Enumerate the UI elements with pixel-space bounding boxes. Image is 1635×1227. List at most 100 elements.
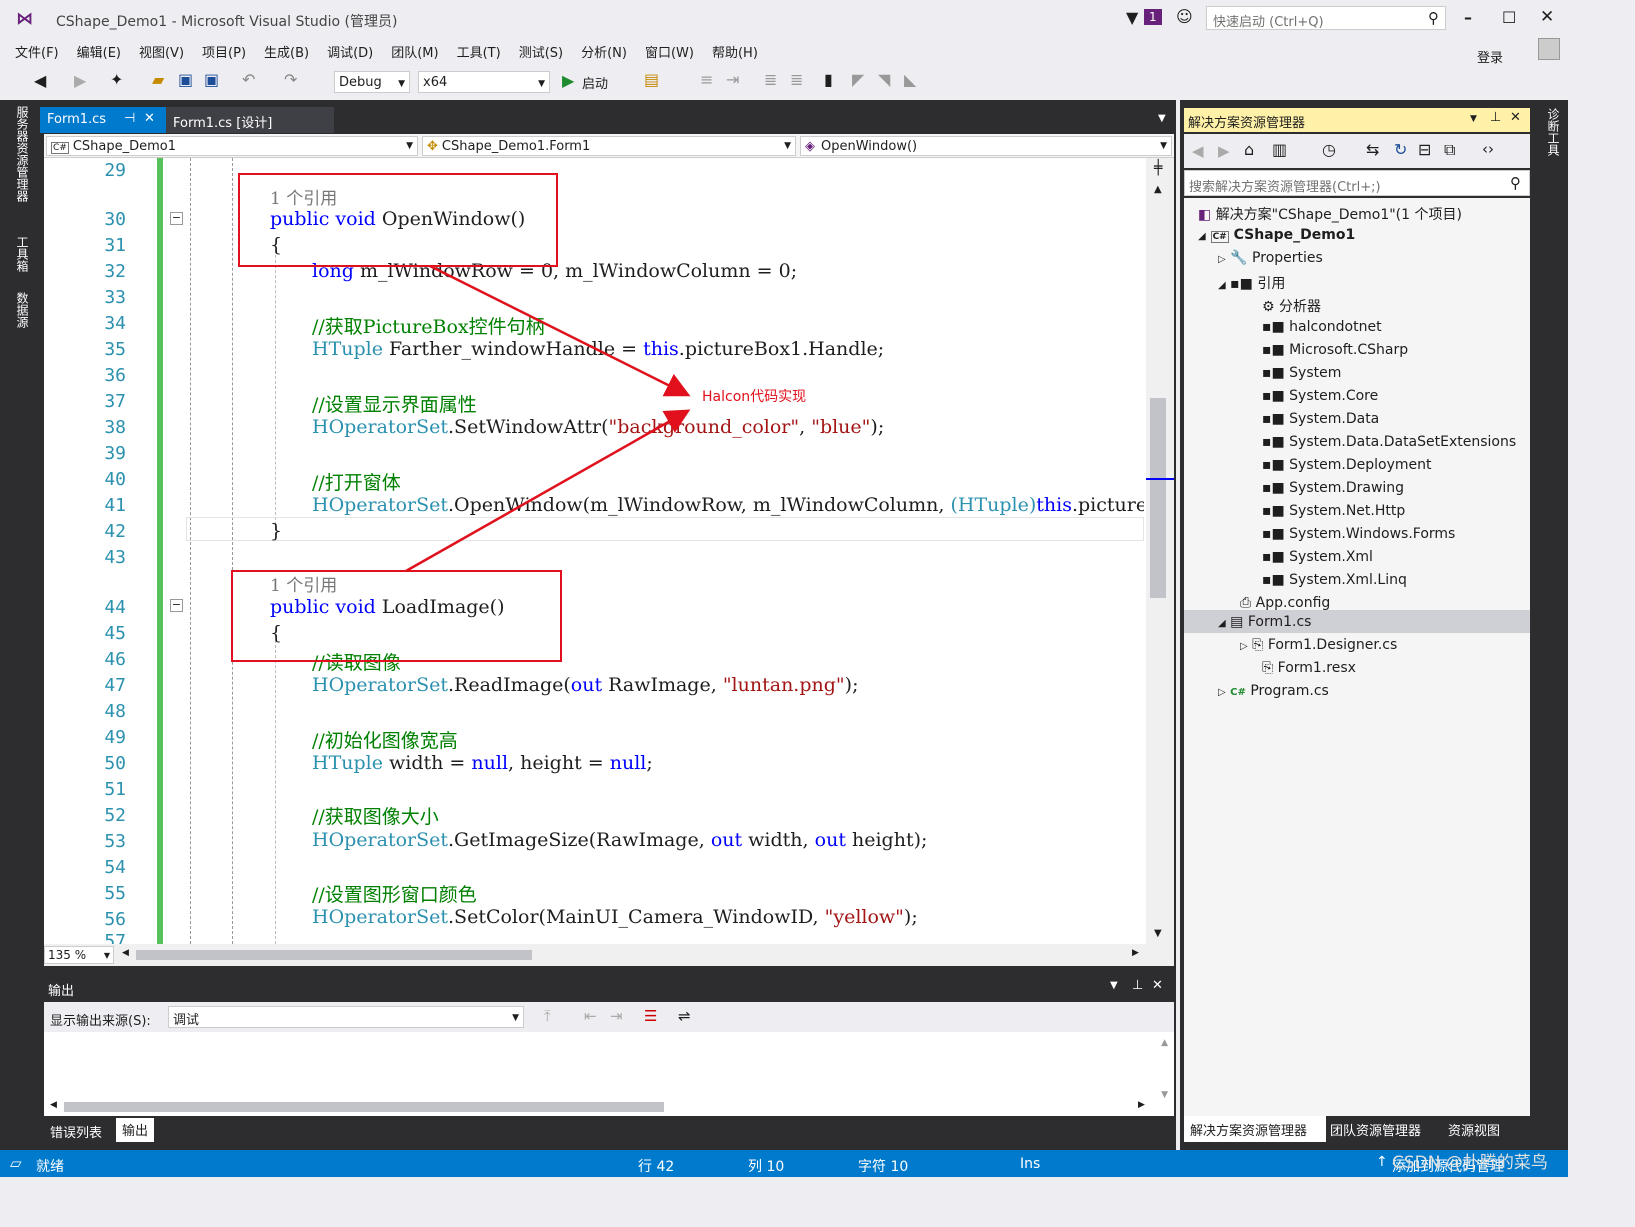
menu-analyze[interactable]: 分析(N)	[572, 38, 636, 61]
browser-link-icon[interactable]: ▤	[644, 70, 659, 89]
prev-bookmark-icon[interactable]: ◤	[852, 70, 864, 89]
collapsed-icon[interactable]: ▷	[1218, 254, 1226, 265]
new-project-icon[interactable]: ✦	[110, 70, 123, 89]
tree-item-reference[interactable]: ▪■ System.Net.Http	[1262, 503, 1405, 519]
close-icon[interactable]: ✕	[1152, 978, 1163, 993]
find-message-icon[interactable]: ⤒	[544, 1007, 551, 1025]
scroll-right-icon[interactable]: ▶	[1138, 1100, 1145, 1110]
tree-item-reference[interactable]: ▪■ System.Core	[1262, 388, 1378, 404]
align-icon[interactable]: ≡	[700, 70, 713, 89]
split-icon[interactable]: ╪	[1154, 160, 1162, 176]
next-bookmark-icon[interactable]: ◥	[878, 70, 890, 89]
show-all-files-icon[interactable]: ⧉	[1444, 140, 1455, 160]
expanded-icon[interactable]: ◢	[1218, 280, 1226, 291]
login-link[interactable]: 登录	[1468, 43, 1512, 66]
search-icon[interactable]: ⚲	[1510, 174, 1521, 192]
tree-item-reference[interactable]: ▪■ System.Deployment	[1262, 457, 1431, 473]
menu-build[interactable]: 生成(B)	[255, 38, 318, 61]
tab-solution-explorer[interactable]: 解决方案资源管理器	[1184, 1116, 1326, 1142]
tab-form1-design[interactable]: Form1.cs [设计]	[166, 107, 334, 133]
data-sources-tab[interactable]: 数据源	[14, 292, 31, 328]
tab-output[interactable]: 输出	[116, 1118, 155, 1142]
word-wrap-icon[interactable]: ⇌	[678, 1007, 691, 1025]
menu-file[interactable]: 文件(F)	[6, 38, 68, 61]
refresh-icon[interactable]: ↻	[1394, 140, 1407, 159]
avatar[interactable]	[1538, 38, 1560, 60]
menu-edit[interactable]: 编辑(E)	[68, 38, 130, 61]
forward-icon[interactable]: ▶	[74, 71, 86, 90]
menu-team[interactable]: 团队(M)	[382, 38, 447, 61]
toolbox-tab[interactable]: 工具箱	[14, 236, 31, 272]
scroll-up-icon[interactable]: ▲	[1154, 184, 1162, 195]
tab-resource-view[interactable]: 资源视图	[1448, 1120, 1500, 1139]
collapse-icon[interactable]: −	[170, 599, 183, 612]
scroll-left-icon[interactable]: ◀	[50, 1100, 57, 1110]
bookmark-icon[interactable]: ▮	[824, 70, 833, 89]
switch-view-icon[interactable]: ▥	[1272, 140, 1287, 159]
expanded-icon[interactable]: ◢	[1218, 618, 1226, 629]
hscroll-thumb[interactable]	[64, 1102, 664, 1112]
menu-test[interactable]: 测试(S)	[510, 38, 572, 61]
notification-badge[interactable]: 1	[1144, 9, 1162, 25]
tree-item-project[interactable]: ◢ C# CShape_Demo1	[1198, 227, 1355, 243]
menu-help[interactable]: 帮助(H)	[703, 38, 767, 61]
back-icon[interactable]: ◀	[1192, 142, 1204, 160]
prev-message-icon[interactable]: ⇤	[584, 1007, 597, 1025]
pin-icon[interactable]: ⊥	[1132, 978, 1143, 993]
next-message-icon[interactable]: ⇥	[610, 1007, 623, 1025]
tree-item-reference[interactable]: ▪■ System.Xml	[1262, 549, 1373, 565]
tree-item-references[interactable]: ◢ ▪■ 引用	[1218, 273, 1285, 293]
output-content[interactable]: ▲ ▼ ◀ ▶	[44, 1032, 1174, 1116]
clear-bookmark-icon[interactable]: ◣	[904, 70, 916, 89]
filter-icon[interactable]: ▼	[1126, 8, 1138, 27]
project-dropdown[interactable]: C# CShape_Demo1 ▼	[46, 136, 418, 156]
scroll-down-icon[interactable]: ▼	[1161, 1090, 1168, 1100]
collapse-icon[interactable]: −	[170, 212, 183, 225]
tree-item-reference[interactable]: ▪■ System	[1262, 365, 1341, 381]
minimize-button[interactable]: –	[1464, 8, 1472, 27]
menu-debug[interactable]: 调试(D)	[318, 38, 382, 61]
tree-item-appconfig[interactable]: ⎙ App.config	[1240, 595, 1330, 611]
tree-item-solution[interactable]: ◧ 解决方案"CShape_Demo1"(1 个项目)	[1198, 204, 1462, 224]
menu-window[interactable]: 窗口(W)	[636, 38, 703, 61]
menu-project[interactable]: 项目(P)	[193, 38, 255, 61]
close-icon[interactable]: ✕	[1510, 110, 1521, 125]
close-button[interactable]: ✕	[1540, 7, 1554, 27]
solution-search[interactable]: 搜索解决方案资源管理器(Ctrl+;) ⚲	[1184, 170, 1530, 196]
config-select[interactable]: Debug ▼	[334, 71, 410, 93]
tab-overflow-icon[interactable]: ▼	[1158, 113, 1166, 124]
forward-icon[interactable]: ▶	[1218, 142, 1230, 160]
chevron-down-icon[interactable]: ▼	[1110, 980, 1118, 991]
tree-item-designer[interactable]: ▷ ⎘ Form1.Designer.cs	[1240, 637, 1397, 653]
scroll-thumb[interactable]	[1150, 398, 1166, 598]
tab-form1-cs[interactable]: Form1.cs ⊣ ✕	[40, 107, 166, 133]
save-icon[interactable]: ▣	[178, 70, 193, 89]
tree-item-resx[interactable]: ⎘ Form1.resx	[1262, 660, 1356, 676]
open-folder-icon[interactable]: ▰	[152, 70, 164, 89]
class-dropdown[interactable]: ✥ CShape_Demo1.Form1 ▼	[422, 136, 796, 156]
pin-icon[interactable]: ⊣	[124, 111, 135, 126]
sync-icon[interactable]: ⇆	[1366, 140, 1379, 159]
pending-changes-icon[interactable]: ◷	[1322, 140, 1336, 159]
tree-item-reference[interactable]: ▪■ System.Data.DataSetExtensions	[1262, 434, 1516, 450]
start-play-icon[interactable]: ▶	[562, 71, 574, 90]
feedback-icon[interactable]: ☺	[1176, 7, 1193, 26]
output-source-select[interactable]: 调试 ▼	[168, 1006, 524, 1028]
save-all-icon[interactable]: ▣	[204, 70, 219, 89]
scroll-right-icon[interactable]: ▶	[1132, 948, 1139, 958]
tree-item-form1[interactable]: ◢ ▤ Form1.cs	[1218, 614, 1311, 630]
indent-icon[interactable]: ⇥	[726, 70, 739, 89]
menu-tools[interactable]: 工具(T)	[448, 38, 510, 61]
scroll-up-icon[interactable]: ▲	[1161, 1038, 1168, 1048]
collapse-all-icon[interactable]: ⊟	[1418, 140, 1431, 159]
chevron-down-icon[interactable]: ▼	[1470, 114, 1477, 124]
pin-icon[interactable]: ⊥	[1490, 110, 1501, 125]
clear-all-icon[interactable]: ☰	[644, 1007, 657, 1025]
tree-item-reference[interactable]: ▪■ halcondotnet	[1262, 319, 1382, 335]
uncomment-icon[interactable]: ≣	[790, 70, 803, 89]
tree-item-reference[interactable]: ▪■ System.Windows.Forms	[1262, 526, 1455, 542]
tab-team-explorer[interactable]: 团队资源管理器	[1330, 1120, 1421, 1139]
maximize-button[interactable]: ☐	[1502, 8, 1516, 27]
menu-view[interactable]: 视图(V)	[130, 38, 193, 61]
collapsed-icon[interactable]: ▷	[1240, 641, 1248, 652]
